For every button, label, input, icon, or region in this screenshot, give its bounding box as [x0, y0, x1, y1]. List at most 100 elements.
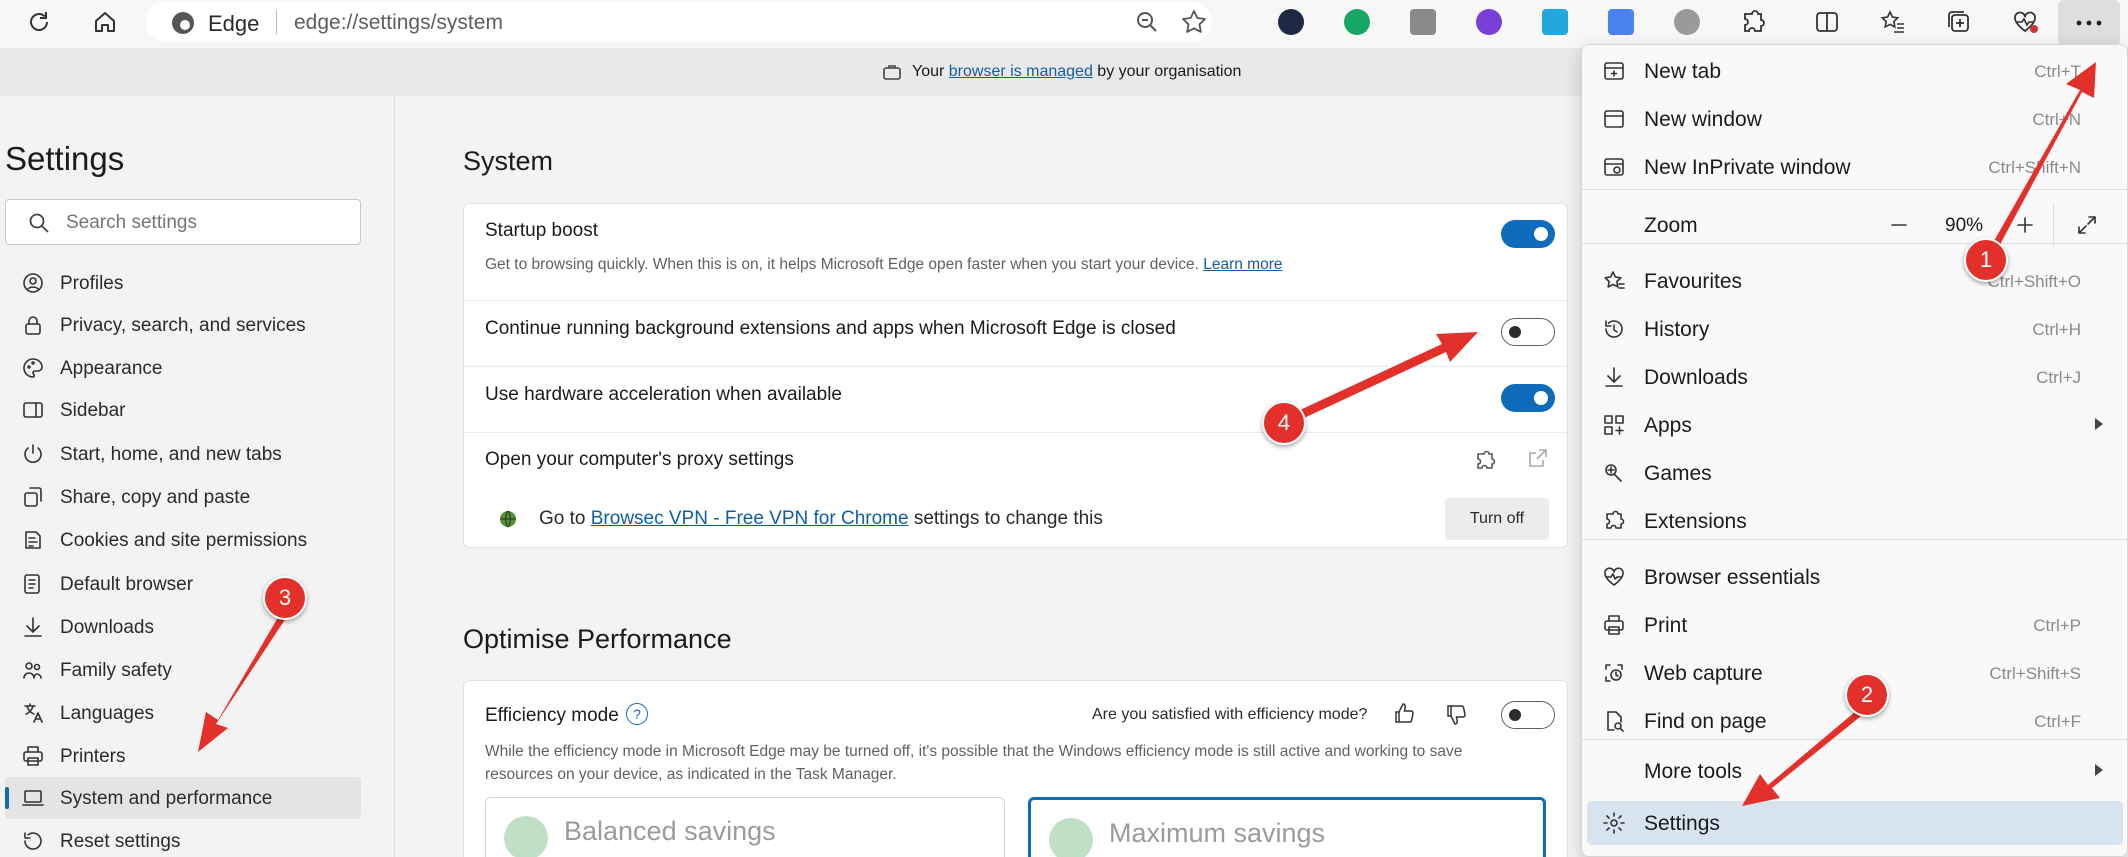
leaf-icon: [1049, 818, 1093, 857]
turn-off-button[interactable]: Turn off: [1445, 498, 1549, 540]
browser-essentials-button[interactable]: [2002, 2, 2048, 42]
search-settings-input[interactable]: Search settings: [5, 199, 361, 245]
split-screen-button[interactable]: [1804, 2, 1850, 42]
learn-more-link[interactable]: Learn more: [1203, 256, 1282, 273]
grammarly-icon[interactable]: [1344, 9, 1370, 35]
sidebar-item-system-and-performance[interactable]: System and performance: [5, 777, 361, 819]
print-icon: [1602, 613, 1626, 637]
favourites-icon: [1602, 269, 1626, 293]
new-tab-icon: [1602, 59, 1626, 83]
zoom-value: 90%: [1945, 215, 1984, 236]
menu-item-new-window[interactable]: New window Ctrl+N: [1587, 97, 2123, 141]
hardware-accel-title: Use hardware acceleration when available: [485, 384, 842, 405]
balanced-savings-option[interactable]: Balanced savings: [485, 797, 1005, 857]
sidebar-item-profiles[interactable]: Profiles: [5, 262, 361, 304]
home-icon: [95, 12, 115, 32]
extension-purple-icon[interactable]: [1476, 9, 1502, 35]
extension-gray-icon[interactable]: [1410, 9, 1436, 35]
menu-item-downloads[interactable]: Downloads Ctrl+J: [1587, 355, 2123, 399]
download-icon: [21, 615, 45, 639]
menu-item-apps[interactable]: Apps: [1587, 403, 2123, 447]
menu-item-label: Extensions: [1644, 510, 1747, 533]
settings-and-more-button[interactable]: [2058, 0, 2120, 46]
extension-orange-icon[interactable]: [1278, 9, 1304, 35]
sidebar-item-reset-settings[interactable]: Reset settings: [5, 820, 361, 857]
sidebar-item-appearance[interactable]: Appearance: [5, 347, 361, 389]
refresh-button[interactable]: [16, 2, 62, 42]
home-button[interactable]: [82, 2, 128, 42]
divider: [464, 432, 1567, 433]
sidebar-item-privacy-search-and-services[interactable]: Privacy, search, and services: [5, 304, 361, 346]
menu-item-new-inprivate-window[interactable]: New InPrivate window Ctrl+Shift+N: [1587, 145, 2123, 189]
startup-boost-toggle[interactable]: [1501, 220, 1555, 248]
zoom-indicator-button[interactable]: [1134, 9, 1160, 35]
browsec-globe-icon[interactable]: [1674, 9, 1700, 35]
sidebar-item-sidebar[interactable]: Sidebar: [5, 389, 361, 431]
sidebar-item-start-home-and-new-tabs[interactable]: Start, home, and new tabs: [5, 433, 361, 475]
menu-item-favourites[interactable]: Favourites Ctrl+Shift+O: [1587, 259, 2123, 303]
menu-item-games[interactable]: Games: [1587, 451, 2123, 495]
sidebar-item-label: Family safety: [60, 660, 172, 681]
efficiency-desc-line1: While the efficiency mode in Microsoft E…: [485, 743, 1463, 760]
browsec-vpn-link[interactable]: Browsec VPN - Free VPN for Chrome: [591, 508, 909, 529]
menu-item-browser-essentials[interactable]: Browser essentials: [1587, 555, 2123, 599]
marker-4: 4: [1262, 401, 1306, 445]
background-apps-toggle[interactable]: [1501, 318, 1555, 346]
extensions-button[interactable]: [1730, 2, 1776, 42]
more-dots-icon: [2076, 20, 2102, 26]
maximum-savings-option[interactable]: Maximum savings: [1028, 797, 1546, 857]
menu-item-settings[interactable]: Settings: [1587, 801, 2123, 845]
menu-item-shortcut: Ctrl+Shift+S: [1989, 664, 2081, 683]
power-icon: [21, 442, 45, 466]
sidebar-item-cookies-and-site-permissions[interactable]: Cookies and site permissions: [5, 519, 361, 561]
menu-item-new-tab[interactable]: New tab Ctrl+T: [1587, 49, 2123, 93]
startup-boost-title: Startup boost: [485, 220, 599, 241]
zoom-out-button[interactable]: [1887, 213, 1911, 237]
managed-prefix: Your: [912, 63, 949, 80]
fullscreen-button[interactable]: [2075, 213, 2099, 237]
sidebar-item-default-browser[interactable]: Default browser: [5, 563, 361, 605]
open-external-icon[interactable]: [1527, 447, 1549, 469]
sidebar-item-languages[interactable]: Languages: [5, 692, 361, 734]
zoom-in-button[interactable]: [2013, 213, 2037, 237]
sidebar-item-downloads[interactable]: Downloads: [5, 606, 361, 648]
maximum-savings-label: Maximum savings: [1109, 818, 1326, 848]
profile-icon: [21, 271, 45, 295]
extension-s-icon[interactable]: [1542, 9, 1568, 35]
collections-button[interactable]: [1936, 2, 1982, 42]
url-text[interactable]: edge://settings/system: [294, 11, 503, 35]
favourites-button[interactable]: [1870, 2, 1916, 42]
managed-link[interactable]: browser is managed: [949, 63, 1093, 80]
translate-icon[interactable]: [1608, 9, 1634, 35]
menu-item-shortcut: Ctrl+N: [2032, 110, 2081, 129]
thumbs-up-icon[interactable]: [1392, 701, 1416, 725]
leaf-icon: [504, 816, 548, 857]
help-icon[interactable]: ?: [626, 703, 648, 725]
printer-icon: [21, 744, 45, 768]
sidebar-item-share-copy-and-paste[interactable]: Share, copy and paste: [5, 476, 361, 518]
browsec-globe-icon: [500, 510, 516, 528]
divider: [464, 300, 1567, 301]
family-icon: [21, 658, 45, 682]
menu-item-label: New tab: [1644, 60, 1722, 83]
menu-item-extensions[interactable]: Extensions: [1587, 499, 2123, 543]
sidebar-item-family-safety[interactable]: Family safety: [5, 649, 361, 691]
browser-toolbar: Edge edge://settings/system: [0, 0, 2128, 48]
menu-item-print[interactable]: Print Ctrl+P: [1587, 603, 2123, 647]
background-apps-title: Continue running background extensions a…: [485, 318, 1176, 339]
thumbs-down-icon[interactable]: [1444, 703, 1468, 727]
menu-item-more-tools[interactable]: More tools: [1587, 749, 2123, 793]
sidebar-item-label: Profiles: [60, 273, 124, 294]
menu-item-label: Print: [1644, 614, 1688, 637]
address-bar[interactable]: Edge edge://settings/system: [146, 2, 1212, 42]
menu-item-label: Web capture: [1644, 662, 1763, 685]
menu-item-label: Games: [1644, 462, 1712, 485]
menu-item-label: Find on page: [1644, 710, 1767, 733]
menu-item-history[interactable]: History Ctrl+H: [1587, 307, 2123, 351]
hardware-accel-toggle[interactable]: [1501, 384, 1555, 412]
balanced-savings-label: Balanced savings: [564, 816, 776, 846]
efficiency-mode-toggle[interactable]: [1501, 701, 1555, 729]
favourite-star-button[interactable]: [1180, 8, 1208, 36]
sidebar-item-printers[interactable]: Printers: [5, 735, 361, 777]
marker-2: 2: [1845, 673, 1889, 717]
